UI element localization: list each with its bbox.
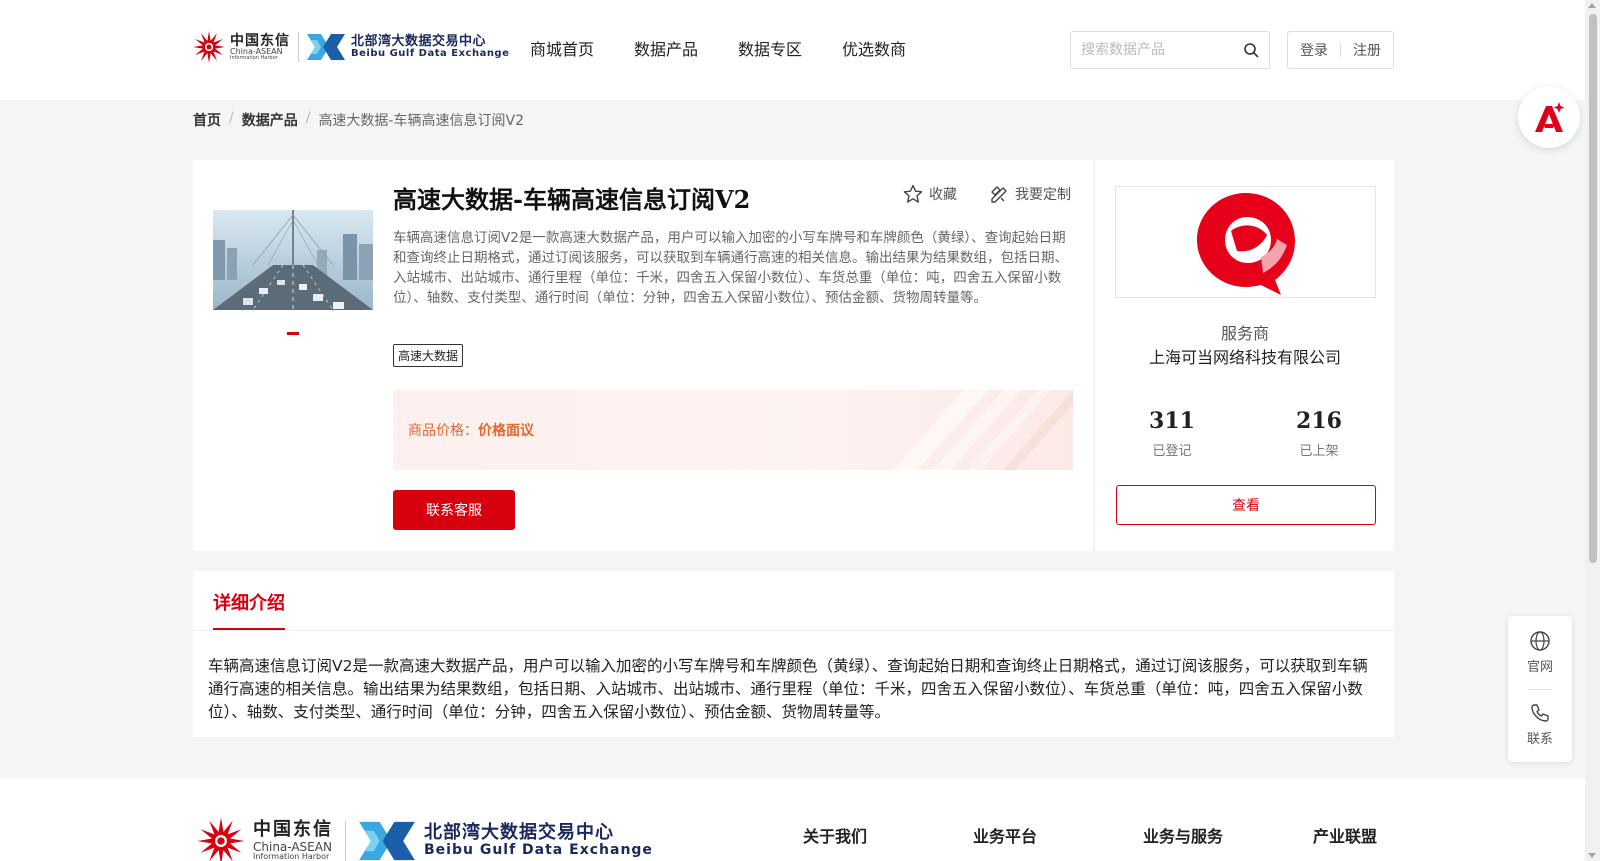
detail-section: 详细介绍 车辆高速信息订阅V2是一款高速大数据产品，用户可以输入加密的小写车牌号… xyxy=(193,571,1394,737)
provider-card: 服务商 上海可当网络科技有限公司 311 已登记 216 已上架 查看 xyxy=(1094,160,1394,551)
nav-data-zone[interactable]: 数据专区 xyxy=(738,36,802,60)
provider-name: 上海可当网络科技有限公司 xyxy=(1148,348,1341,367)
search-box xyxy=(1070,31,1270,69)
china-asean-logo: 中国东信 China-ASEAN Information Harbor xyxy=(192,30,290,64)
view-provider-button[interactable]: 查看 xyxy=(1116,485,1376,525)
sidebar-divider xyxy=(1528,689,1552,690)
product-description: 车辆高速信息订阅V2是一款高速大数据产品，用户可以输入加密的小写车牌号和车牌颜色… xyxy=(393,230,1068,306)
login-link[interactable]: 登录 xyxy=(1300,40,1328,60)
registered-label: 已登记 xyxy=(1152,444,1192,459)
footer-logo[interactable]: 中国东信 China-ASEAN Information Harbor 北部湾大… xyxy=(193,816,653,861)
beibu-gulf-mark-icon xyxy=(307,34,345,60)
footer-link-alliance[interactable]: 产业联盟 xyxy=(1313,823,1377,847)
footer-ct-logo-en2: Information Harbor xyxy=(253,852,330,861)
footer-bg-logo-en: Beibu Gulf Data Exchange xyxy=(424,842,653,859)
footer-ct-logo-cn: 中国东信 xyxy=(253,819,333,840)
ai-assistant-button[interactable] xyxy=(1518,86,1580,148)
sidebar-contact[interactable]: 联系 xyxy=(1508,702,1572,747)
ai-assistant-icon xyxy=(1535,102,1565,132)
product-tag[interactable]: 高速大数据 xyxy=(393,344,464,367)
ct-logo-en2: Information Harbor xyxy=(230,54,278,61)
footer-beibu-gulf-mark-icon xyxy=(359,821,415,861)
breadcrumb-separator: / xyxy=(305,110,311,126)
customize-label: 我要定制 xyxy=(1015,187,1071,203)
provider-logo-icon xyxy=(1196,193,1295,295)
highway-photo-image xyxy=(213,210,373,310)
site-logo[interactable]: 中国东信 China-ASEAN Information Harbor 北部湾大… xyxy=(192,30,509,64)
nav-preferred-merchants[interactable]: 优选数商 xyxy=(842,36,906,60)
globe-icon xyxy=(1530,631,1550,651)
breadcrumb-current: 高速大数据-车辆高速信息订阅V2 xyxy=(318,113,524,129)
price-box-decoration xyxy=(893,390,1073,470)
search-icon[interactable] xyxy=(1243,42,1259,58)
breadcrumb: 首页 / 数据产品 / 高速大数据-车辆高速信息订阅V2 xyxy=(193,110,524,130)
detail-text: 车辆高速信息订阅V2是一款高速大数据产品，用户可以输入加密的小写车牌号和车牌颜色… xyxy=(208,657,1368,721)
phone-icon xyxy=(1531,704,1549,722)
footer-bg-logo-cn: 北部湾大数据交易中心 xyxy=(424,822,614,844)
sidebar-official-label: 官网 xyxy=(1526,660,1553,675)
nav-mall-home[interactable]: 商城首页 xyxy=(530,36,594,60)
bg-logo-cn: 北部湾大数据交易中心 xyxy=(351,33,487,49)
star-icon xyxy=(903,184,923,203)
bg-logo-en: Beibu Gulf Data Exchange xyxy=(351,47,510,59)
tab-detail-intro[interactable]: 详细介绍 xyxy=(213,589,285,615)
tab-active-indicator xyxy=(213,628,285,630)
auth-divider xyxy=(1340,43,1341,57)
site-header: 中国东信 China-ASEAN Information Harbor 北部湾大… xyxy=(0,0,1585,100)
product-card: 高速大数据-车辆高速信息订阅V2 收藏 我要定制 车辆高速信息订阅V2是一款高速… xyxy=(193,160,1093,551)
main-nav: 商城首页 数据产品 数据专区 优选数商 xyxy=(530,36,906,60)
registered-count: 311 xyxy=(1149,408,1195,434)
scroll-down-arrow-icon[interactable] xyxy=(1588,853,1596,858)
listed-label: 已上架 xyxy=(1299,444,1339,459)
tab-divider xyxy=(193,630,1394,631)
beibu-gulf-logo: 北部湾大数据交易中心 Beibu Gulf Data Exchange xyxy=(307,32,509,62)
sidebar-official-site[interactable]: 官网 xyxy=(1508,630,1572,675)
nav-data-products[interactable]: 数据产品 xyxy=(634,36,698,60)
price-text: 商品价格：价格面议 xyxy=(408,420,534,440)
product-image[interactable] xyxy=(213,210,373,310)
contact-service-button[interactable]: 联系客服 xyxy=(393,490,515,530)
customize-icon xyxy=(991,186,1007,203)
footer-link-services[interactable]: 业务与服务 xyxy=(1143,823,1223,847)
registered-stat: 311 已登记 xyxy=(1122,408,1222,459)
provider-logo[interactable] xyxy=(1115,186,1376,298)
china-telecom-burst-icon xyxy=(193,31,225,63)
favorite-button[interactable]: 收藏 xyxy=(903,184,957,204)
page-scrollbar[interactable] xyxy=(1585,0,1600,861)
breadcrumb-category[interactable]: 数据产品 xyxy=(242,110,298,130)
register-link[interactable]: 注册 xyxy=(1353,40,1381,60)
footer-logo-divider xyxy=(345,821,346,861)
auth-group: 登录 注册 xyxy=(1287,31,1394,69)
price-label: 商品价格： xyxy=(408,423,478,439)
breadcrumb-home[interactable]: 首页 xyxy=(193,110,221,130)
footer-link-about[interactable]: 关于我们 xyxy=(803,823,867,847)
breadcrumb-separator: / xyxy=(229,110,234,126)
footer-china-telecom-burst-icon xyxy=(197,817,245,861)
price-value: 价格面议 xyxy=(478,423,534,439)
customize-button[interactable]: 我要定制 xyxy=(989,184,1071,204)
site-footer: 中国东信 China-ASEAN Information Harbor 北部湾大… xyxy=(0,778,1585,861)
floating-sidebar: 官网 联系 xyxy=(1508,616,1572,762)
ct-logo-cn: 中国东信 xyxy=(230,32,290,49)
provider-role: 服务商 xyxy=(1220,324,1269,343)
favorite-label: 收藏 xyxy=(929,187,957,203)
logo-divider xyxy=(298,32,299,62)
product-title: 高速大数据-车辆高速信息订阅V2 xyxy=(393,185,751,214)
listed-count: 216 xyxy=(1296,408,1342,434)
scroll-up-arrow-icon[interactable] xyxy=(1588,3,1596,8)
listed-stat: 216 已上架 xyxy=(1269,408,1369,459)
scrollbar-thumb[interactable] xyxy=(1589,14,1597,563)
search-input[interactable] xyxy=(1081,42,1243,58)
sidebar-contact-label: 联系 xyxy=(1526,732,1553,747)
footer-link-platform[interactable]: 业务平台 xyxy=(973,823,1037,847)
price-box: 商品价格：价格面议 xyxy=(393,390,1073,470)
carousel-indicator[interactable] xyxy=(287,332,299,335)
